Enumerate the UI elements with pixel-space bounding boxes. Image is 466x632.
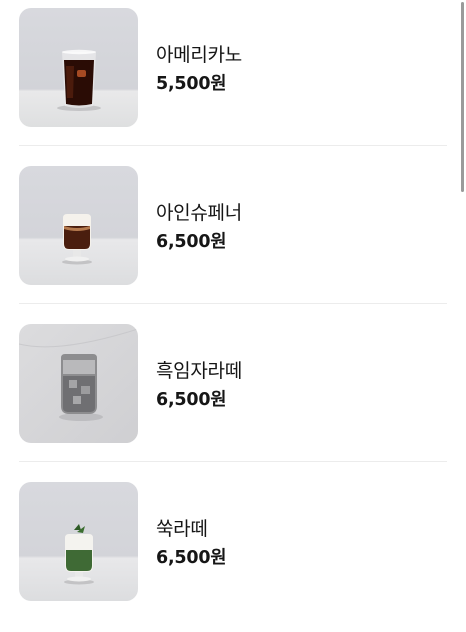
menu-item-price: 6,500원 xyxy=(156,390,227,410)
menu-item-price: 5,500원 xyxy=(156,74,227,94)
mugwort-latte-photo-icon[interactable] xyxy=(19,482,138,601)
divider xyxy=(19,303,447,304)
black-sesame-latte-photo-icon[interactable] xyxy=(19,324,138,443)
menu-item-price: 6,500원 xyxy=(156,548,227,568)
menu-item-name: 아메리카노 xyxy=(156,44,242,66)
menu-item-black-sesame-latte[interactable]: 흑임자라떼 6,500원 xyxy=(0,316,466,474)
menu-item-americano[interactable]: 아메리카노 5,500원 xyxy=(0,0,466,158)
divider xyxy=(19,461,447,462)
menu-item-name: 아인슈페너 xyxy=(156,202,242,224)
einspanner-photo-icon[interactable] xyxy=(19,166,138,285)
scrollbar[interactable] xyxy=(461,2,464,192)
menu-item-mugwort-latte[interactable]: 쑥라떼 6,500원 xyxy=(0,474,466,632)
menu-item-name: 쑥라떼 xyxy=(156,518,208,540)
menu-item-einspanner[interactable]: 아인슈페너 6,500원 xyxy=(0,158,466,316)
divider xyxy=(19,145,447,146)
menu-item-name: 흑임자라떼 xyxy=(156,360,242,382)
menu-item-price: 6,500원 xyxy=(156,232,227,252)
americano-photo-icon[interactable] xyxy=(19,8,138,127)
